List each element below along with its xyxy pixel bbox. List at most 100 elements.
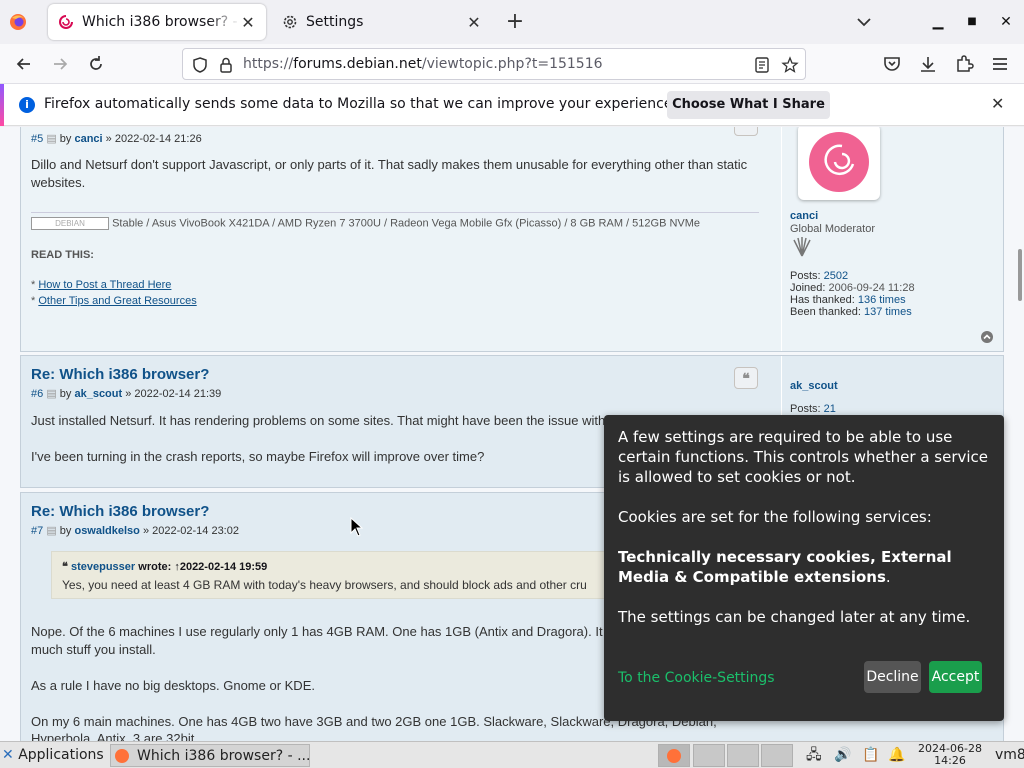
page-icon: ▤ — [46, 525, 57, 537]
thanked-link[interactable]: 136 times — [858, 294, 906, 306]
network-icon[interactable]: 🖧 — [806, 744, 822, 767]
notification-bell-icon[interactable]: 🔔 — [888, 744, 905, 767]
read-this-heading: READ THIS: — [31, 249, 94, 261]
profile-stats: Posts: 21 — [790, 403, 836, 415]
mouse-cursor-icon — [350, 517, 364, 537]
profile-rank: Global Moderator — [790, 223, 875, 235]
workspace-2[interactable] — [693, 744, 725, 767]
workspace-1[interactable] — [658, 744, 690, 767]
post-meta: #6 ▤ by ak_scout » 2022-02-14 21:39 — [31, 388, 222, 400]
tab-title: Settings — [306, 14, 364, 30]
downloads-icon[interactable] — [918, 54, 938, 74]
shield-icon[interactable] — [191, 56, 209, 74]
signature: DEBIAN Stable / Asus VivoBook X421DA / A… — [31, 217, 700, 230]
author-link[interactable]: ak_scout — [74, 388, 122, 400]
navigation-bar: https://forums.debian.net/viewtopic.php?… — [0, 44, 1024, 84]
posts-count-link[interactable]: 21 — [824, 403, 836, 415]
chevron-down-icon[interactable] — [852, 10, 876, 34]
reload-icon[interactable] — [86, 54, 106, 74]
post-5: ❝ #5 ▤ by canci » 2022-02-14 21:26 Dillo… — [20, 127, 1004, 352]
signature-link-row: * How to Post a Thread Here — [31, 279, 172, 291]
back-to-top-icon[interactable] — [980, 330, 994, 344]
info-icon: i — [19, 97, 35, 113]
profile-username[interactable]: canci — [790, 210, 818, 222]
tab-forum[interactable]: Which i386 browser? - Debian User Forums… — [48, 4, 266, 40]
quote-button[interactable]: ❝ — [734, 127, 758, 136]
tab-settings[interactable]: Settings ✕ — [272, 4, 492, 40]
pocket-icon[interactable] — [882, 54, 902, 74]
post-text: I've been turning in the crash reports, … — [31, 449, 485, 464]
workspace-4[interactable] — [761, 744, 793, 767]
author-profile: canci Global Moderator Posts: 2502 Joine… — [781, 127, 995, 351]
firefox-menu-icon[interactable] — [8, 12, 28, 32]
quote-date-link[interactable]: ↑2022-02-14 19:59 — [174, 561, 267, 573]
lock-icon[interactable] — [217, 56, 235, 74]
cookie-text: A few settings are required to be able t… — [618, 428, 989, 486]
post-text: Just installed Netsurf. It has rendering… — [31, 413, 606, 428]
workspace-3[interactable] — [727, 744, 759, 767]
post-text: As a rule I have no big desktops. Gnome … — [31, 678, 315, 693]
post-text: much stuff you install. — [31, 642, 156, 657]
close-window-button[interactable]: ✕ — [996, 12, 1016, 32]
url-bar[interactable]: https://forums.debian.net/viewtopic.php?… — [182, 48, 806, 80]
hamburger-menu-icon[interactable] — [990, 54, 1010, 74]
profile-username[interactable]: ak_scout — [790, 380, 838, 392]
debian-swirl-icon — [809, 132, 869, 192]
close-tab-icon[interactable]: ✕ — [466, 13, 482, 32]
accept-button[interactable]: Accept — [929, 661, 982, 693]
post-meta: #7 ▤ by oswaldkelso » 2022-02-14 23:02 — [31, 525, 239, 537]
telemetry-notification: i Firefox automatically sends some data … — [0, 84, 1024, 126]
notification-accent — [0, 84, 4, 126]
how-to-post-link[interactable]: How to Post a Thread Here — [38, 279, 171, 291]
taskbar: ✕ Applications Which i386 browser? - ...… — [0, 741, 1024, 768]
cookie-services: Technically necessary cookies, External … — [618, 548, 952, 586]
post-meta: #5 ▤ by canci » 2022-02-14 21:26 — [31, 133, 202, 145]
author-link[interactable]: oswaldkelso — [74, 525, 139, 537]
forward-arrow-icon[interactable] — [50, 54, 70, 74]
close-tab-icon[interactable]: ✕ — [240, 13, 256, 32]
applications-menu[interactable]: ✕ Applications — [2, 744, 104, 767]
choose-what-i-share-button[interactable]: Choose What I Share — [667, 91, 830, 119]
posts-count-link[interactable]: 2502 — [824, 270, 848, 282]
quote-button[interactable]: ❝ — [734, 367, 758, 389]
back-arrow-icon[interactable] — [14, 54, 34, 74]
quote-icon: ❝ — [62, 561, 68, 573]
minimize-button[interactable]: ▁ — [928, 12, 948, 32]
volume-icon[interactable]: 🔊 — [834, 744, 851, 767]
clipboard-icon[interactable]: 📋 — [862, 744, 879, 767]
hostname-label: vm8 — [995, 747, 1024, 763]
gear-icon — [283, 15, 297, 29]
debian-badge: DEBIAN — [31, 217, 109, 230]
scrollbar-thumb[interactable] — [1018, 249, 1022, 301]
post-title[interactable]: Re: Which i386 browser? — [31, 503, 209, 520]
extensions-icon[interactable] — [954, 54, 974, 74]
been-thanked-link[interactable]: 137 times — [864, 306, 912, 318]
post-permalink[interactable]: #7 — [31, 525, 43, 537]
page-icon: ▤ — [46, 133, 57, 145]
author-link[interactable]: canci — [74, 133, 102, 145]
cookie-settings-link[interactable]: To the Cookie-Settings — [618, 668, 775, 688]
firefox-icon — [667, 749, 681, 763]
rank-badge-icon — [793, 237, 811, 257]
clock[interactable]: 2024-06-28 14:26 — [914, 743, 986, 767]
reader-view-icon[interactable] — [753, 56, 771, 74]
tips-resources-link[interactable]: Other Tips and Great Resources — [38, 295, 196, 307]
signature-link-row: * Other Tips and Great Resources — [31, 295, 197, 307]
post-permalink[interactable]: #5 — [31, 133, 43, 145]
post-text: Nope. Of the 6 machines I use regularly … — [31, 624, 603, 639]
new-tab-button[interactable]: + — [503, 10, 527, 34]
page-icon: ▤ — [46, 388, 57, 400]
tab-title: Which i386 browser? - Debian User Forums — [82, 14, 240, 30]
post-permalink[interactable]: #6 — [31, 388, 43, 400]
tab-strip: Which i386 browser? - Debian User Forums… — [0, 0, 1024, 44]
avatar[interactable] — [798, 127, 880, 200]
decline-button[interactable]: Decline — [864, 661, 921, 693]
close-icon[interactable]: ✕ — [991, 94, 1004, 113]
debian-favicon-icon — [59, 15, 73, 29]
quote-author-link[interactable]: stevepusser — [71, 561, 135, 573]
post-title[interactable]: Re: Which i386 browser? — [31, 366, 209, 383]
star-bookmark-icon[interactable] — [781, 56, 799, 74]
maximize-button[interactable]: ■ — [962, 12, 982, 32]
taskbar-window-button[interactable]: Which i386 browser? - ... — [110, 744, 310, 767]
cookie-text: The settings can be changed later at any… — [618, 608, 971, 626]
